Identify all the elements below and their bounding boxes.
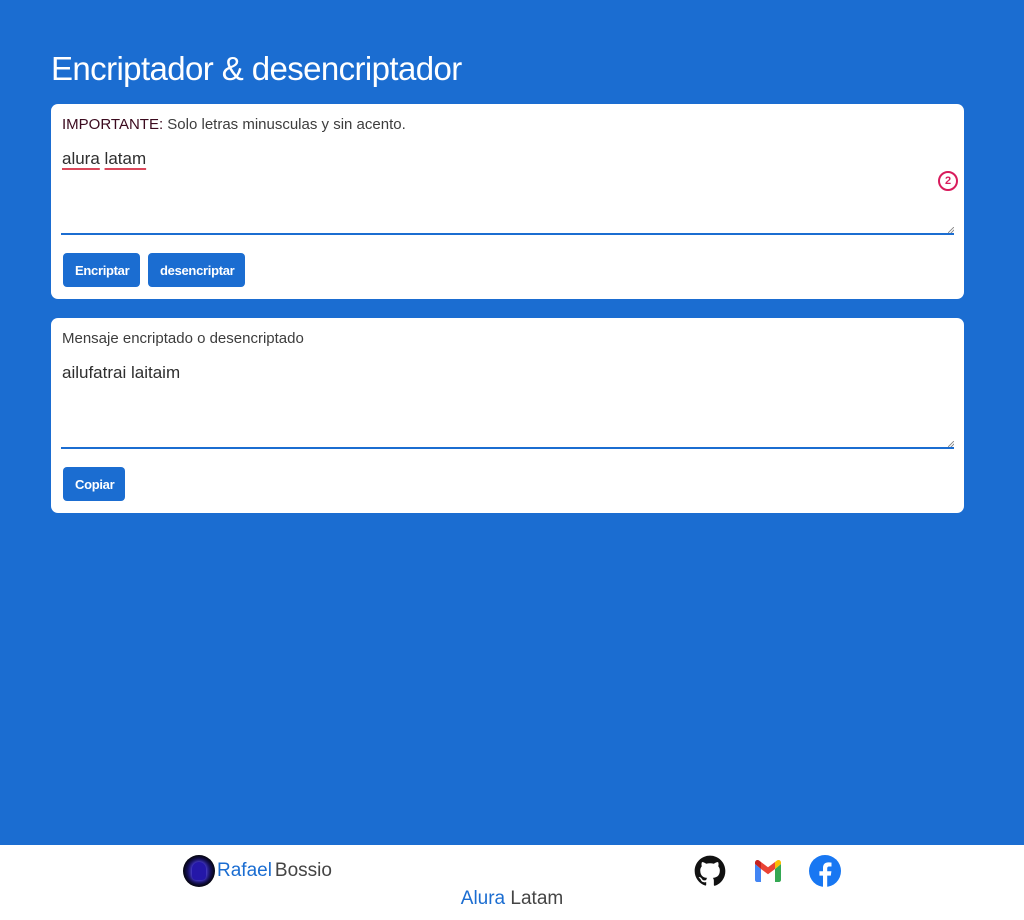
author: Rafael Bossio — [183, 855, 332, 887]
gmail-icon[interactable] — [752, 855, 784, 887]
input-instructions: IMPORTANTE: Solo letras minusculas y sin… — [62, 116, 406, 133]
output-card: Mensaje encriptado o desencriptado ailuf… — [51, 318, 964, 513]
footer: Rafael Bossio Alura Latam — [0, 845, 1024, 920]
decrypt-button[interactable]: desencriptar — [148, 253, 245, 287]
input-word: latam — [104, 149, 147, 168]
instructions-text: Solo letras minusculas y sin acento. — [163, 116, 406, 133]
copy-button[interactable]: Copiar — [63, 467, 125, 501]
brand-first: Alura — [460, 888, 506, 909]
important-label: IMPORTANTE: — [62, 116, 164, 133]
brand: Alura Latam — [0, 888, 1024, 910]
input-text: alura latam — [62, 149, 146, 169]
facebook-icon[interactable] — [809, 855, 841, 887]
author-first-name: Rafael — [217, 860, 272, 881]
output-label: Mensaje encriptado o desencriptado — [62, 330, 304, 347]
input-card: IMPORTANTE: Solo letras minusculas y sin… — [51, 104, 964, 299]
page-title: Encriptador & desencriptador — [51, 50, 462, 87]
input-word: alura — [62, 149, 100, 168]
author-last-name: Bossio — [274, 860, 332, 881]
github-icon[interactable] — [694, 855, 726, 887]
resize-handle[interactable] — [948, 227, 954, 233]
main-area: Encriptador & desencriptador IMPORTANTE:… — [0, 0, 1024, 845]
input-textarea[interactable]: alura latam — [61, 145, 954, 235]
brand-second: Latam — [510, 888, 564, 909]
encrypt-button[interactable]: Encriptar — [63, 253, 140, 287]
output-label-text: Mensaje encriptado o desencriptado — [62, 330, 304, 347]
output-text: ailufatrai laitaim — [62, 363, 181, 382]
grammar-check-badge[interactable]: 2 — [938, 171, 958, 191]
output-textarea[interactable]: ailufatrai laitaim — [61, 359, 954, 449]
avatar — [183, 855, 215, 887]
resize-handle[interactable] — [948, 441, 954, 447]
